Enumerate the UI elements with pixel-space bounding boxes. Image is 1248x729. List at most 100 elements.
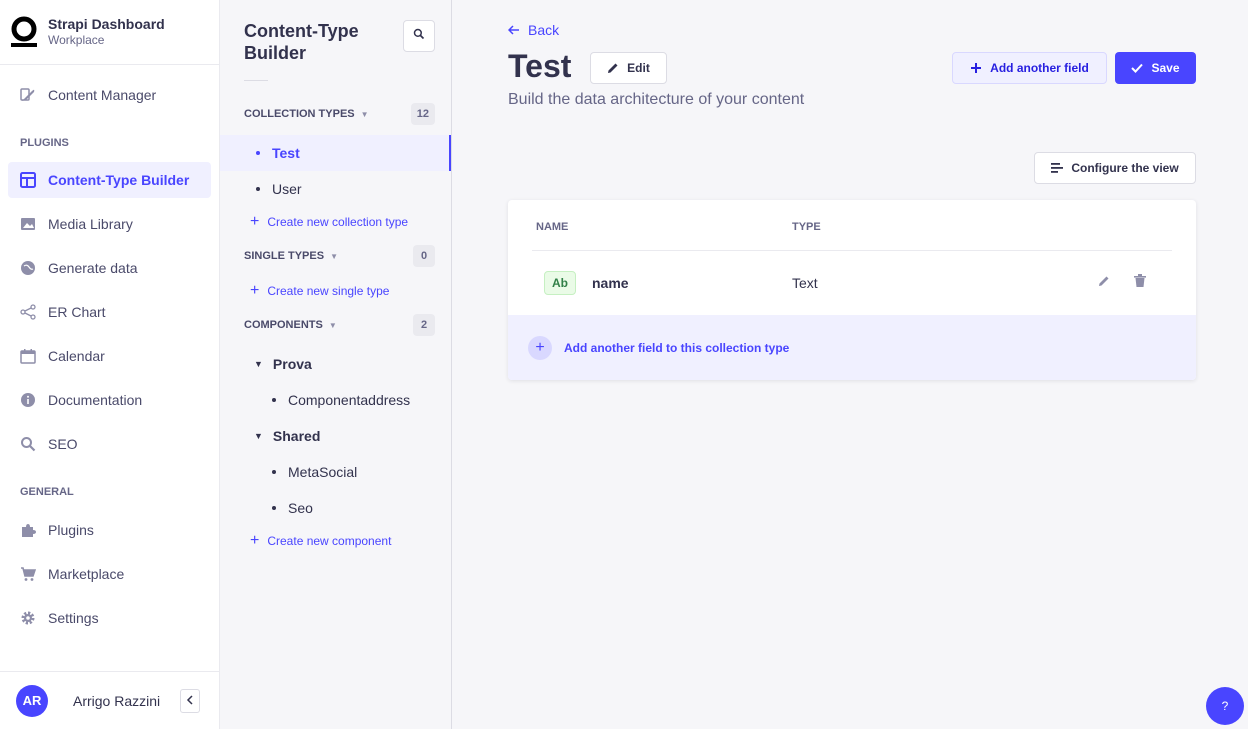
component-item-seo[interactable]: Seo [220, 490, 451, 526]
subnav-search-button[interactable] [403, 20, 435, 52]
add-another-field-label: Add another field [990, 61, 1089, 75]
subnav-title-line1: Content-Type [244, 21, 359, 41]
bullet-icon [272, 398, 276, 402]
nav-plugins-label: Plugins [48, 522, 94, 538]
subnav-item-test[interactable]: Test [220, 135, 451, 171]
plus-icon: + [250, 532, 260, 549]
nav-content-type-builder-label: Content-Type Builder [48, 172, 190, 188]
add-another-field-button[interactable]: Add another field [952, 52, 1107, 84]
component-group-prova[interactable]: ▼ Prova [220, 346, 451, 382]
image-icon [20, 216, 36, 232]
layout-icon [20, 172, 36, 188]
create-component-label: Create new component [267, 534, 392, 548]
arrow-left-icon [507, 22, 520, 38]
pencil-icon [1098, 274, 1110, 292]
subnav-item-user[interactable]: User [220, 171, 451, 207]
user-profile: AR Arrigo Razzini [0, 671, 219, 729]
save-button[interactable]: Save [1115, 52, 1196, 84]
brand-subtitle: Workplace [48, 33, 105, 47]
plus-icon: + [250, 213, 260, 230]
subnav-title-line2: Builder [244, 43, 307, 63]
caret-down-icon: ▼ [360, 109, 369, 119]
field-name: name [592, 275, 629, 291]
collection-types-heading: COLLECTION TYPES [244, 108, 355, 120]
nav-media-library[interactable]: Media Library [8, 206, 211, 242]
nav-calendar-label: Calendar [48, 348, 105, 364]
nav-settings-label: Settings [48, 610, 99, 626]
caret-down-icon: ▼ [330, 251, 338, 261]
collapse-nav-button[interactable] [180, 689, 200, 713]
avatar[interactable]: AR [16, 684, 48, 717]
pencil-icon [607, 62, 619, 74]
brand-title: Strapi Dashboard [48, 16, 165, 32]
fields-table: NAME TYPE Ab name Text + Add another fie… [508, 200, 1196, 380]
triangle-down-icon: ▼ [254, 431, 263, 441]
back-label: Back [528, 22, 560, 38]
component-group-label: Shared [272, 428, 321, 444]
components-count: 2 [413, 314, 435, 336]
calendar-icon [20, 348, 36, 364]
nav-content-type-builder[interactable]: Content-Type Builder [8, 162, 211, 198]
nav-media-library-label: Media Library [48, 216, 133, 232]
edit-field-button[interactable] [1096, 275, 1112, 291]
help-button[interactable]: ? [1206, 687, 1244, 725]
puzzle-icon [20, 522, 36, 538]
column-header-type: TYPE [792, 221, 821, 233]
main-navigation: Strapi Dashboard Workplace Content Manag… [0, 0, 220, 729]
subnav-title: Content-Type Builder [244, 20, 359, 64]
header-divider [532, 250, 1172, 251]
single-types-heading: SINGLE TYPES [244, 250, 325, 262]
nav-generate-data[interactable]: Generate data [8, 250, 211, 286]
nav-plugins[interactable]: Plugins [8, 512, 211, 548]
component-item-componentaddress[interactable]: Componentaddress [220, 382, 451, 418]
brand-header[interactable]: Strapi Dashboard Workplace [0, 0, 219, 65]
configure-view-label: Configure the view [1071, 161, 1179, 175]
search-icon [413, 27, 425, 45]
edit-button[interactable]: Edit [590, 52, 667, 84]
plus-icon [970, 62, 982, 74]
nav-er-chart[interactable]: ER Chart [8, 294, 211, 330]
create-single-type-link[interactable]: + Create new single type [250, 283, 389, 299]
page-title: Test [508, 48, 572, 84]
nav-generate-data-label: Generate data [48, 260, 138, 276]
column-header-name: NAME [536, 221, 569, 233]
nav-seo-label: SEO [48, 436, 78, 452]
components-header[interactable]: COMPONENTS ▼ 2 [244, 314, 435, 336]
share-nodes-icon [20, 304, 36, 320]
globe-icon [20, 260, 36, 276]
page-subtitle: Build the data architecture of your cont… [508, 91, 805, 108]
create-collection-type-link[interactable]: + Create new collection type [250, 213, 409, 230]
subnav-divider [244, 80, 268, 81]
delete-field-button[interactable] [1132, 274, 1148, 292]
single-types-header[interactable]: SINGLE TYPES ▼ 0 [244, 245, 435, 267]
component-group-label: Prova [272, 356, 312, 372]
feather-icon [20, 87, 36, 103]
text-field-icon: Ab [544, 271, 576, 295]
nav-settings[interactable]: Settings [8, 600, 211, 636]
subnav-item-label: Test [272, 145, 300, 161]
back-link[interactable]: Back [507, 22, 560, 38]
field-type: Text [792, 275, 818, 291]
components-heading: COMPONENTS [244, 319, 323, 331]
nav-documentation[interactable]: Documentation [8, 382, 211, 418]
content-type-subnav: Content-Type Builder COLLECTION TYPES ▼ … [220, 0, 452, 729]
nav-content-manager[interactable]: Content Manager [8, 77, 211, 113]
component-group-shared[interactable]: ▼ Shared [220, 418, 451, 454]
component-item-metasocial[interactable]: MetaSocial [220, 454, 451, 490]
bullet-icon [272, 506, 276, 510]
create-component-link[interactable]: + Create new component [250, 532, 392, 549]
component-item-label: Componentaddress [288, 392, 411, 408]
configure-view-button[interactable]: Configure the view [1034, 152, 1196, 184]
plugins-heading: PLUGINS [20, 137, 69, 149]
add-field-footer[interactable]: + Add another field to this collection t… [508, 315, 1196, 380]
nav-seo[interactable]: SEO [8, 426, 211, 462]
caret-down-icon: ▼ [328, 320, 337, 330]
collection-types-header[interactable]: COLLECTION TYPES ▼ 12 [244, 103, 435, 125]
create-collection-type-label: Create new collection type [267, 215, 409, 229]
workplace-logo-icon [11, 16, 37, 47]
edit-label: Edit [627, 61, 650, 75]
nav-calendar[interactable]: Calendar [8, 338, 211, 374]
trash-icon [1134, 274, 1146, 292]
bullet-icon [272, 470, 276, 474]
nav-marketplace[interactable]: Marketplace [8, 556, 211, 592]
